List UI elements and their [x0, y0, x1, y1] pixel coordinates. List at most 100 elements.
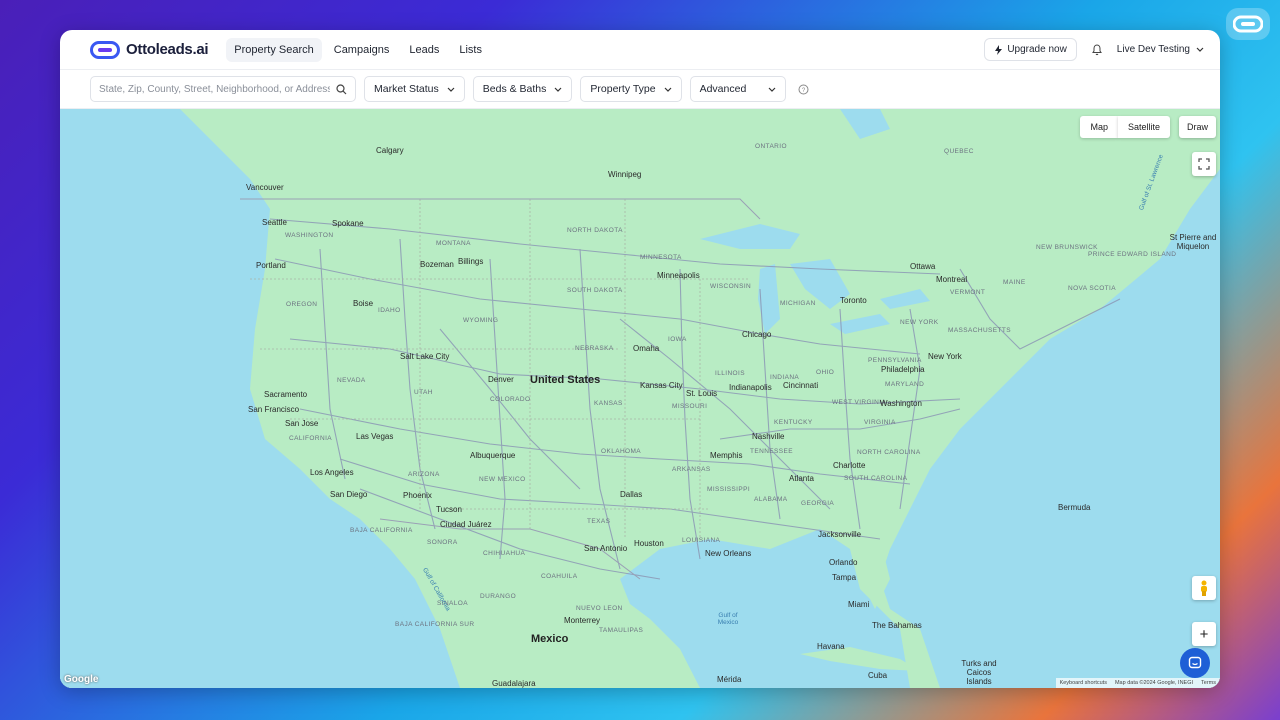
chevron-down-icon: [447, 87, 455, 92]
chevron-down-icon: [1196, 47, 1204, 52]
zoom-in-button[interactable]: +: [1192, 622, 1216, 646]
map-label-state: ARKANSAS: [672, 466, 711, 473]
bell-icon[interactable]: [1091, 43, 1103, 56]
map-label-city: Los Angeles: [310, 468, 354, 477]
chat-support-button[interactable]: [1180, 648, 1210, 678]
property-type-label: Property Type: [590, 83, 656, 95]
map-label-city: Winnipeg: [608, 170, 642, 179]
nav-property-search[interactable]: Property Search: [226, 37, 322, 62]
map-label-city: Las Vegas: [356, 432, 394, 441]
map-label-city: Tucson: [436, 505, 462, 514]
map-type-map-button[interactable]: Map: [1080, 116, 1118, 138]
map-label-city: Seattle: [262, 218, 287, 227]
map-label-city: Phoenix: [403, 491, 432, 500]
map-label-state: NORTH DAKOTA: [567, 227, 623, 234]
map-label-state: TENNESSEE: [750, 448, 793, 455]
map-label-city: St. Louis: [686, 389, 718, 398]
map-label-city: Washington: [880, 399, 922, 408]
map-label-state: MICHIGAN: [780, 300, 816, 307]
map-label-city: Dallas: [620, 490, 643, 499]
fullscreen-button[interactable]: [1192, 152, 1216, 176]
map-label-city: Mérida: [717, 675, 742, 684]
map-label-city: Denver: [488, 375, 514, 384]
map-label-city: Ottawa: [910, 262, 936, 271]
map-label-state: KANSAS: [594, 400, 623, 407]
brand-name: Ottoleads.ai: [126, 41, 209, 58]
map-attribution: Keyboard shortcuts Map data ©2024 Google…: [1055, 678, 1220, 688]
map-label-state: WASHINGTON: [285, 232, 334, 239]
map-label-state: IDAHO: [378, 307, 401, 314]
map-label-city: Spokane: [332, 219, 364, 228]
search-icon[interactable]: [336, 83, 347, 95]
map-label-state: INDIANA: [770, 374, 800, 381]
map-label-state: SOUTH DAKOTA: [567, 287, 623, 294]
beds-baths-dropdown[interactable]: Beds & Baths: [472, 76, 573, 102]
map-label-state: OREGON: [286, 301, 318, 308]
map-label-state: DURANGO: [480, 593, 517, 600]
map-label-city: New York: [928, 352, 962, 361]
brand-logo[interactable]: Ottoleads.ai: [90, 40, 209, 59]
app-window: Ottoleads.ai Property Search Campaigns L…: [60, 30, 1220, 688]
map-label-city: New Orleans: [705, 549, 752, 558]
header-actions: Upgrade now Live Dev Testing: [984, 38, 1204, 61]
filter-bar: Market Status Beds & Baths Property Type…: [60, 70, 1220, 109]
map-label-state: ILLINOIS: [715, 370, 745, 377]
map-data-text: Map data ©2024 Google, INEGI: [1114, 680, 1194, 686]
nav-lists[interactable]: Lists: [451, 38, 490, 62]
map-label-state: ARIZONA: [408, 471, 440, 478]
map-label-city: Boise: [353, 299, 374, 308]
map-label-state: OKLAHOMA: [601, 448, 642, 455]
street-view-pegman[interactable]: [1192, 576, 1216, 600]
property-map[interactable]: United States Mexico WASHINGTON MONTANA …: [60, 109, 1220, 688]
map-label-state: PRINCE EDWARD ISLAND: [1088, 251, 1177, 258]
google-logo: Google: [64, 674, 99, 685]
nav-campaigns[interactable]: Campaigns: [326, 38, 398, 62]
help-icon[interactable]: ?: [798, 84, 809, 95]
map-label-state: GEORGIA: [801, 500, 835, 507]
chevron-down-icon: [664, 87, 672, 92]
pegman-icon: [1201, 580, 1207, 596]
map-label-state: OHIO: [816, 369, 835, 376]
user-menu[interactable]: Live Dev Testing: [1117, 44, 1204, 55]
map-label-state: TAMAULIPAS: [599, 627, 644, 634]
upgrade-button[interactable]: Upgrade now: [984, 38, 1077, 61]
map-label-state: VERMONT: [950, 289, 986, 296]
map-label-city: St Pierre and Miquelon: [1169, 233, 1217, 251]
map-label-state: QUEBEC: [944, 148, 974, 155]
terms-link[interactable]: Terms: [1201, 680, 1216, 686]
fullscreen-icon: [1198, 158, 1210, 170]
map-label-city: Cuba: [868, 671, 888, 680]
map-label-city: Memphis: [710, 451, 743, 460]
advanced-label: Advanced: [699, 83, 747, 95]
map-label-city: Vancouver: [246, 183, 284, 192]
nav-leads[interactable]: Leads: [401, 38, 447, 62]
keyboard-shortcuts-link[interactable]: Keyboard shortcuts: [1060, 680, 1107, 686]
map-label-city: The Bahamas: [872, 621, 922, 630]
map-label-state: NEVADA: [337, 377, 366, 384]
map-label-city: Albuquerque: [470, 451, 516, 460]
map-label-state: ONTARIO: [755, 143, 787, 150]
map-label-state: BAJA CALIFORNIA SUR: [395, 621, 475, 628]
svg-text:?: ?: [801, 88, 805, 94]
map-label-city: Omaha: [633, 344, 660, 353]
search-input[interactable]: [99, 83, 330, 95]
map-type-satellite-button[interactable]: Satellite: [1117, 116, 1170, 138]
map-label-city: Indianapolis: [729, 383, 772, 392]
map-label-city: Minneapolis: [657, 271, 700, 280]
map-label-state: TEXAS: [587, 518, 611, 525]
map-label-city: Guadalajara: [492, 679, 536, 688]
map-label-state: COAHUILA: [541, 573, 578, 580]
map-label-state: MONTANA: [436, 240, 471, 247]
property-type-dropdown[interactable]: Property Type: [580, 76, 682, 102]
map-label-city: Bozeman: [420, 260, 454, 269]
draw-button[interactable]: Draw: [1178, 116, 1216, 138]
search-box: [90, 76, 356, 102]
map-label-city: San Francisco: [248, 405, 300, 414]
advanced-dropdown[interactable]: Advanced: [689, 76, 786, 102]
map-label-city: San Antonio: [584, 544, 628, 553]
map-label-city: Turks and Caicos Islands: [961, 659, 997, 686]
map-label-city: Atlanta: [789, 474, 814, 483]
map-label-state: NORTH CAROLINA: [857, 449, 921, 456]
map-label-water: Gulf of Mexico: [717, 612, 739, 626]
market-status-dropdown[interactable]: Market Status: [364, 76, 465, 102]
